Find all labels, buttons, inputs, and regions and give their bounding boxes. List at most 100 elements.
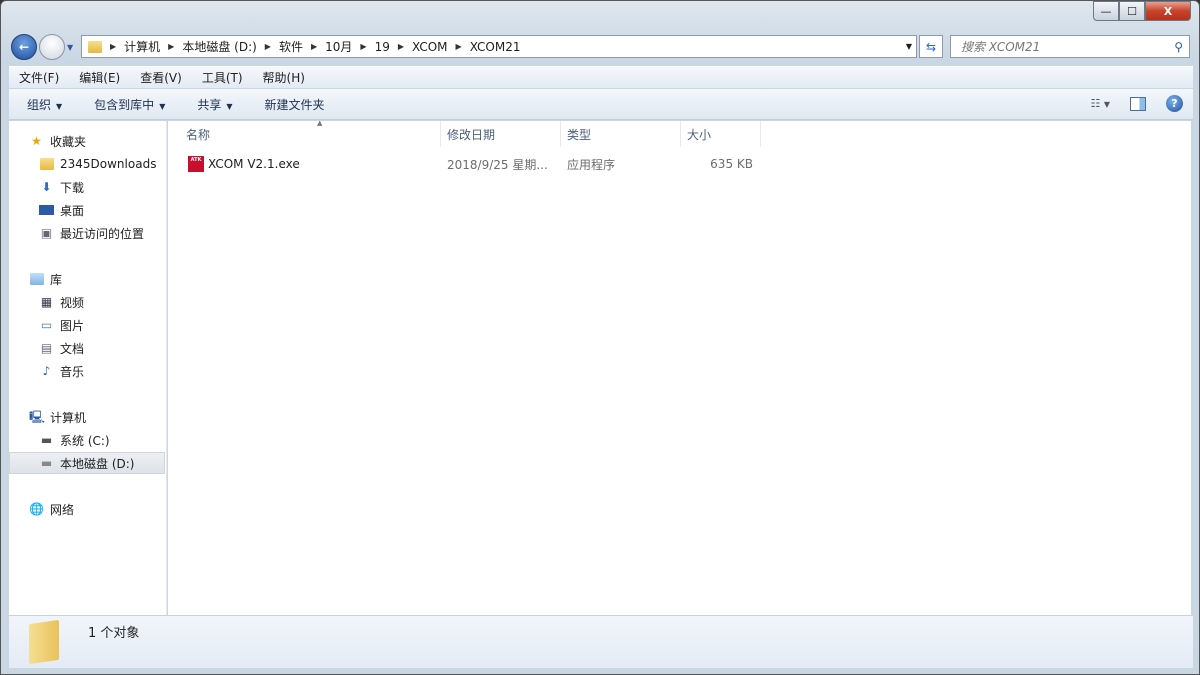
maximize-button[interactable]: ☐ — [1119, 1, 1145, 21]
sidebar-label: 视频 — [60, 295, 85, 310]
sidebar-item-downloads[interactable]: ⬇ 下载 — [39, 176, 84, 198]
sidebar-item-documents[interactable]: ▤ 文档 — [39, 337, 84, 359]
sidebar-label: 图片 — [60, 318, 85, 333]
library-icon — [29, 272, 44, 286]
breadcrumb: ▶ 计算机 ▶ 本地磁盘 (D:) ▶ 软件 ▶ 10月 ▶ 19 ▶ XCOM ▶ XCOM21 — [102, 38, 520, 55]
back-button[interactable]: ← — [11, 34, 37, 60]
breadcrumb-separator-icon[interactable]: ▶ — [456, 42, 462, 51]
folder-icon — [88, 40, 102, 53]
application-icon: ATK — [188, 156, 204, 172]
menu-view[interactable]: 查看(V) — [130, 69, 192, 86]
sidebar-label: 本地磁盘 (D:) — [60, 456, 135, 471]
breadcrumb-separator-icon[interactable]: ▶ — [168, 42, 174, 51]
chevron-down-icon: ▼ — [226, 101, 233, 111]
breadcrumb-item[interactable]: 19 — [375, 40, 390, 54]
picture-icon: ▭ — [40, 317, 53, 332]
search-input[interactable]: 搜索 XCOM21 ⚲ — [950, 35, 1190, 58]
music-icon: ♪ — [42, 363, 51, 378]
share-button[interactable]: 共享 ▼ — [179, 96, 246, 113]
breadcrumb-item[interactable]: 计算机 — [124, 38, 160, 55]
minimize-button[interactable]: — — [1093, 1, 1119, 21]
breadcrumb-separator-icon[interactable]: ▶ — [360, 42, 366, 51]
recent-places-icon: ▣ — [40, 225, 53, 240]
network-icon: 🌐 — [29, 501, 44, 516]
breadcrumb-item[interactable]: XCOM — [412, 40, 448, 54]
address-bar[interactable]: ▶ 计算机 ▶ 本地磁盘 (D:) ▶ 软件 ▶ 10月 ▶ 19 ▶ XCOM ▶ XCOM21 ▼ — [81, 35, 917, 58]
column-label: 修改日期 — [447, 127, 496, 142]
sidebar-label: 库 — [50, 272, 63, 287]
column-header-modified[interactable]: 修改日期 — [441, 121, 561, 147]
sidebar-network[interactable]: 🌐 网络 — [29, 498, 74, 520]
navigation-buttons: ← ▼ — [11, 34, 73, 60]
navigation-pane: ★ 收藏夹 2345Downloads ⬇ 下载 桌面 ▣ 最近访问的位置 库 ▦ 视频… — [9, 121, 167, 615]
breadcrumb-separator-icon[interactable]: ▶ — [265, 42, 271, 51]
file-list: 名称 ▲ 修改日期 类型 大小 ATK XCOM V2.1.exe 2018/9/2… — [168, 119, 1193, 615]
refresh-button[interactable]: ⇆ — [919, 35, 943, 58]
sidebar-favorites[interactable]: ★ 收藏夹 — [29, 130, 86, 152]
sidebar-label: 计算机 — [50, 410, 87, 425]
include-library-button[interactable]: 包含到库中 ▼ — [76, 96, 179, 113]
window-edge — [1191, 121, 1199, 615]
breadcrumb-item[interactable]: 10月 — [325, 38, 352, 55]
drive-icon: ▬ — [40, 455, 53, 470]
sidebar-item-recent[interactable]: ▣ 最近访问的位置 — [39, 222, 144, 244]
column-label: 名称 — [186, 127, 211, 142]
desktop-icon — [39, 205, 54, 215]
column-header-type[interactable]: 类型 — [561, 121, 681, 147]
command-bar: 组织 ▼ 包含到库中 ▼ 共享 ▼ 新建文件夹 ☷ ▼ ? — [9, 89, 1193, 120]
sidebar-label: 文档 — [60, 341, 85, 356]
file-size: 635 KB — [710, 157, 753, 171]
breadcrumb-separator-icon[interactable]: ▶ — [110, 42, 116, 51]
organize-button[interactable]: 组织 ▼ — [9, 96, 76, 113]
new-folder-button[interactable]: 新建文件夹 — [247, 96, 339, 113]
download-folder-icon: ⬇ — [41, 179, 52, 194]
file-modified: 2018/9/25 星期... — [447, 157, 548, 172]
item-count: 1 个对象 — [88, 626, 140, 641]
preview-pane-button[interactable] — [1130, 96, 1146, 111]
breadcrumb-item[interactable]: XCOM21 — [470, 40, 521, 54]
change-view-button[interactable]: ☷ ▼ — [1090, 97, 1110, 110]
sidebar-libraries[interactable]: 库 — [29, 268, 62, 290]
menu-help[interactable]: 帮助(H) — [253, 69, 315, 86]
share-label: 共享 — [197, 97, 222, 112]
column-label: 大小 — [687, 127, 712, 142]
sidebar-label: 音乐 — [60, 364, 85, 379]
sidebar-item-drive-c[interactable]: ▬ 系统 (C:) — [39, 429, 110, 451]
recent-pages-dropdown-icon[interactable]: ▼ — [67, 43, 73, 52]
window-controls: — ☐ X — [1093, 1, 1191, 21]
menu-bar: 文件(F) 编辑(E) 查看(V) 工具(T) 帮助(H) — [9, 66, 1193, 88]
sidebar-label: 下载 — [60, 180, 85, 195]
menu-edit[interactable]: 编辑(E) — [69, 69, 130, 86]
sidebar-computer[interactable]: 🖳 计算机 — [29, 406, 86, 428]
menu-tools[interactable]: 工具(T) — [192, 69, 253, 86]
sidebar-label: 网络 — [50, 502, 75, 517]
address-dropdown-icon[interactable]: ▼ — [906, 42, 912, 51]
column-label: 类型 — [567, 127, 592, 142]
new-folder-label: 新建文件夹 — [264, 97, 325, 112]
breadcrumb-separator-icon[interactable]: ▶ — [398, 42, 404, 51]
breadcrumb-item[interactable]: 软件 — [279, 38, 303, 55]
sidebar-label: 最近访问的位置 — [60, 226, 145, 241]
column-header-name[interactable]: 名称 ▲ — [180, 119, 441, 147]
sidebar-item-drive-d[interactable]: ▬ 本地磁盘 (D:) — [9, 452, 165, 474]
sidebar-item-music[interactable]: ♪ 音乐 — [39, 360, 84, 382]
sidebar-label: 系统 (C:) — [60, 433, 110, 448]
search-placeholder: 搜索 XCOM21 — [961, 40, 1041, 54]
help-button[interactable]: ? — [1166, 95, 1183, 112]
search-icon[interactable]: ⚲ — [1174, 40, 1183, 54]
file-name: XCOM V2.1.exe — [208, 157, 300, 171]
sidebar-label: 2345Downloads — [60, 157, 157, 171]
breadcrumb-separator-icon[interactable]: ▶ — [311, 42, 317, 51]
column-header-size[interactable]: 大小 — [681, 121, 761, 147]
close-button[interactable]: X — [1145, 1, 1191, 21]
file-type: 应用程序 — [567, 157, 616, 172]
sidebar-item-videos[interactable]: ▦ 视频 — [39, 291, 84, 313]
sidebar-item-2345downloads[interactable]: 2345Downloads — [39, 153, 156, 175]
chevron-down-icon: ▼ — [159, 101, 166, 111]
sidebar-item-pictures[interactable]: ▭ 图片 — [39, 314, 84, 336]
menu-file[interactable]: 文件(F) — [9, 69, 69, 86]
star-icon: ★ — [31, 133, 42, 148]
forward-button[interactable] — [39, 34, 65, 60]
breadcrumb-item[interactable]: 本地磁盘 (D:) — [182, 38, 256, 55]
sidebar-item-desktop[interactable]: 桌面 — [39, 199, 84, 221]
